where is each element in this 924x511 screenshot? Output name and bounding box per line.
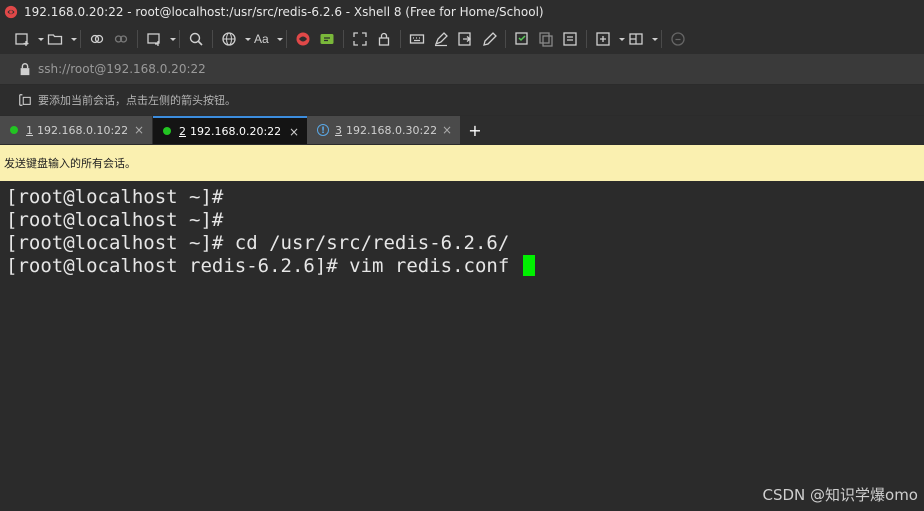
keyboard-icon[interactable] (407, 28, 427, 50)
session-bar-icon[interactable] (18, 93, 32, 107)
font-label: Aa (254, 32, 269, 46)
terminal-line: [root@localhost ~]# (6, 186, 224, 208)
paste-icon[interactable] (560, 28, 580, 50)
chevron-down-icon[interactable] (37, 35, 45, 43)
lock-icon[interactable] (374, 28, 394, 50)
script-icon[interactable] (455, 28, 475, 50)
tab-session-2[interactable]: 2 192.168.0.20:22 × (153, 116, 307, 144)
chevron-down-icon[interactable] (276, 35, 284, 43)
toolbar-divider (399, 30, 401, 48)
terminal-line: [root@localhost ~]# cd /usr/src/redis-6.… (6, 232, 510, 254)
banner-text: 发送键盘输入的所有会话。 (4, 157, 136, 170)
chevron-down-icon[interactable] (70, 35, 78, 43)
globe-icon[interactable] (219, 28, 239, 50)
add-session-icon[interactable] (593, 28, 613, 50)
tab-label: 192.168.0.30:22 (346, 123, 438, 137)
layout-icon[interactable] (626, 28, 646, 50)
address-bar[interactable]: ssh://root@192.168.0.20:22 (0, 54, 924, 84)
new-session-icon[interactable] (12, 28, 32, 50)
search-icon[interactable] (186, 28, 206, 50)
chevron-down-icon[interactable] (651, 35, 659, 43)
tab-session-3[interactable]: ! 3 192.168.0.30:22 × (307, 116, 461, 144)
toolbar-divider (660, 30, 662, 48)
toolbar-divider (212, 30, 213, 48)
toolbar-divider (285, 30, 287, 48)
transfer-icon[interactable] (144, 28, 164, 50)
tab-index: 3 (335, 123, 342, 137)
connected-status-icon (10, 126, 18, 134)
xshell-logo-icon (4, 5, 18, 19)
title-bar: 192.168.0.20:22 - root@localhost:/usr/sr… (0, 0, 924, 24)
chevron-down-icon[interactable] (169, 35, 177, 43)
terminal-line: [root@localhost redis-6.2.6]# vim redis.… (6, 255, 521, 277)
toolbar-divider (137, 30, 138, 48)
tab-index: 2 (179, 124, 186, 138)
terminal-input-line: [root@localhost redis-6.2.6]# vim redis.… (6, 255, 924, 278)
toolbar-divider (179, 30, 180, 48)
hint-text: 要添加当前会话，点击左侧的箭头按钮。 (38, 94, 236, 107)
tab-bar: 1 192.168.0.10:22 × 2 192.168.0.20:22 × … (0, 116, 924, 144)
hint-bar: 要添加当前会话，点击左侧的箭头按钮。 (0, 85, 924, 115)
xshell-icon[interactable] (293, 28, 313, 50)
toolbar-divider (585, 30, 587, 48)
tab-label: 192.168.0.10:22 (37, 123, 129, 137)
tab-session-1[interactable]: 1 192.168.0.10:22 × (0, 116, 153, 144)
tab-label: 192.168.0.20:22 (190, 124, 282, 138)
warning-status-icon: ! (317, 124, 329, 136)
disconnect-icon[interactable] (111, 28, 131, 50)
compose-icon[interactable] (479, 28, 499, 50)
window-title: 192.168.0.20:22 - root@localhost:/usr/sr… (24, 5, 544, 19)
font-icon[interactable]: Aa (252, 28, 271, 50)
terminal-output[interactable]: [root@localhost ~]# [root@localhost ~]# … (0, 181, 924, 511)
toolbar-divider (504, 30, 506, 48)
close-icon[interactable]: × (289, 125, 299, 139)
open-folder-icon[interactable] (45, 28, 65, 50)
toolbar: Aa (0, 24, 924, 54)
fullscreen-icon[interactable] (350, 28, 370, 50)
close-icon[interactable]: × (134, 123, 144, 137)
tab-index: 1 (26, 123, 33, 137)
terminal-cursor (522, 255, 535, 276)
terminal-line: [root@localhost ~]# (6, 209, 224, 231)
send-all-banner: 发送键盘输入的所有会话。 (0, 145, 924, 181)
new-tab-button[interactable]: + (461, 116, 489, 144)
toolbar-divider (342, 30, 344, 48)
new-tab-icon[interactable] (512, 28, 532, 50)
toolbar-divider (80, 30, 81, 48)
help-icon[interactable] (668, 28, 688, 50)
chevron-down-icon[interactable] (618, 35, 626, 43)
xftp-icon[interactable] (317, 28, 337, 50)
watermark: CSDN @知识学爆omo (762, 486, 918, 504)
connected-status-icon (163, 127, 171, 135)
copy-icon[interactable] (536, 28, 556, 50)
close-icon[interactable]: × (442, 123, 452, 137)
highlight-icon[interactable] (431, 28, 451, 50)
reconnect-icon[interactable] (87, 28, 107, 50)
address-text: ssh://root@192.168.0.20:22 (38, 62, 206, 76)
lock-icon (18, 62, 32, 76)
chevron-down-icon[interactable] (244, 35, 252, 43)
